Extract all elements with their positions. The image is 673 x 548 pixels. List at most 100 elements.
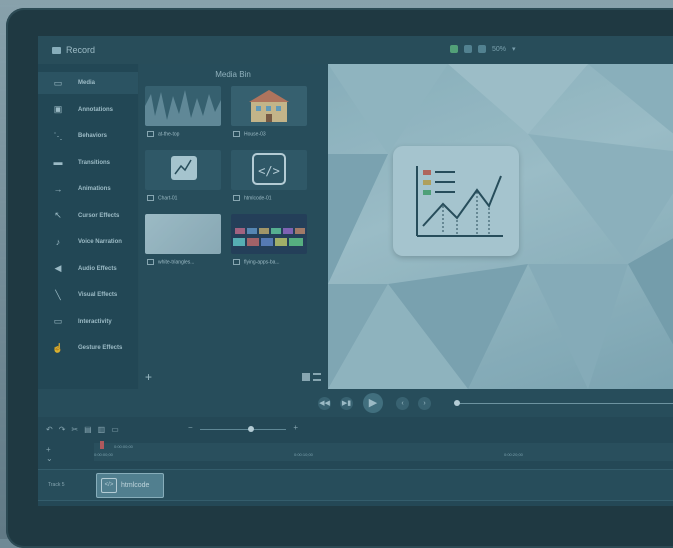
play-icon: ▶ — [368, 397, 378, 409]
playback-controls: ◀◀ ▶▮ ▶ ‹ › — [38, 389, 673, 417]
media-thumb-at-the-top[interactable] — [145, 86, 221, 126]
tool-label: Voice Narration — [78, 239, 122, 245]
next-button[interactable]: › — [418, 397, 431, 410]
annotations-icon: ▣ — [53, 104, 63, 114]
play-button[interactable]: ▶ — [363, 393, 383, 413]
ruler-tick: 0:00:00;00 — [94, 452, 113, 457]
tools-panel: ▭ Media ▣ Annotations ⋱ Behaviors ▬ Transitions… — [38, 64, 138, 389]
ruler-tick: 0:00:20;00 — [504, 452, 523, 457]
app-title: Record — [66, 45, 96, 55]
media-label: white-triangles... — [158, 259, 195, 266]
playhead[interactable] — [100, 441, 104, 449]
media-icon: ▭ — [53, 77, 63, 88]
previous-button[interactable]: ‹ — [396, 397, 409, 410]
tool-label: Animations — [78, 186, 111, 192]
tool-label: Media — [78, 80, 96, 86]
svg-text:</>: </> — [258, 164, 280, 178]
code-icon: </> — [101, 478, 117, 493]
pan-tool-icon[interactable] — [464, 45, 472, 53]
speaker-icon: ◀ — [54, 263, 62, 273]
media-thumb-chart[interactable] — [145, 150, 221, 190]
media-thumb-house[interactable] — [231, 86, 307, 126]
timeline-ruler[interactable]: 0:00:00;00 0:00:00;00 0:00:10;00 0:00:20… — [94, 443, 673, 461]
chart-graphic[interactable] — [393, 146, 519, 256]
step-back-icon: ▶▮ — [341, 400, 352, 407]
list-view-icon[interactable] — [313, 373, 321, 381]
scrub-handle[interactable] — [454, 400, 460, 406]
tool-item[interactable]: ☝ Gesture Effects — [38, 337, 138, 359]
cut-icon[interactable]: ✂ — [71, 425, 78, 434]
zoom-handle[interactable] — [248, 426, 254, 432]
tool-label: Gesture Effects — [78, 345, 123, 351]
media-thumb-white-triangles[interactable] — [145, 214, 221, 254]
preview-canvas[interactable] — [328, 64, 673, 389]
tool-item[interactable]: ◀ Audio Effects — [38, 258, 138, 280]
redo-icon[interactable]: ↷ — [59, 425, 66, 434]
scrub-bar[interactable] — [458, 403, 673, 404]
chevron-left-icon: ‹ — [401, 400, 404, 407]
zoom-out-icon[interactable]: − — [188, 423, 193, 432]
media-label: flying-apps-ba... — [244, 259, 280, 266]
zoom-in-icon[interactable]: + — [293, 423, 298, 432]
tool-item[interactable]: ▣ Annotations — [38, 99, 138, 121]
zoom-level[interactable]: 50% — [492, 46, 506, 53]
wand-icon: ╲ — [55, 289, 61, 300]
split-icon[interactable]: ▭ — [111, 425, 119, 434]
add-media-button[interactable]: + — [145, 370, 152, 384]
zoom-track[interactable] — [200, 429, 286, 430]
chart-icon — [171, 156, 197, 180]
tool-item[interactable]: ⋱ Behaviors — [38, 125, 138, 147]
previous-frame-button[interactable]: ◀◀ — [318, 397, 331, 410]
laptop-frame: Record 50% ▾ ▭ Media ▣ Annotations ⋱ Behavior… — [6, 8, 673, 548]
canvas-tools: 50% ▾ — [450, 45, 516, 53]
tool-item[interactable]: ▭ Media — [38, 72, 138, 94]
media-label: House-03 — [244, 131, 266, 138]
tool-item[interactable]: ↖ Cursor Effects — [38, 205, 138, 227]
paste-icon[interactable]: ▥ — [98, 425, 106, 434]
collapse-icon[interactable]: ⌄ — [46, 454, 53, 463]
tool-item[interactable]: ▭ Interactivity — [38, 311, 138, 333]
waveform-icon — [145, 90, 221, 126]
pointer-tool-icon[interactable] — [450, 45, 458, 53]
title-bar: Record 50% ▾ — [38, 36, 673, 64]
tool-label: Visual Effects — [78, 292, 118, 298]
step-back-button[interactable]: ▶▮ — [340, 397, 353, 410]
media-thumb-htmlcode[interactable]: </> — [231, 150, 307, 190]
view-toggle[interactable] — [302, 373, 321, 381]
tool-label: Annotations — [78, 106, 113, 113]
apps-grid-icon — [233, 228, 305, 246]
copy-icon[interactable]: ▤ — [84, 425, 92, 434]
cursor-icon: ↖ — [54, 210, 62, 220]
chevron-right-icon: › — [423, 400, 426, 407]
crop-tool-icon[interactable] — [478, 45, 486, 53]
behaviors-icon: ⋱ — [53, 130, 63, 141]
chevron-down-icon[interactable]: ▾ — [512, 45, 516, 53]
ruler-tick: 0:00:10;00 — [294, 452, 313, 457]
hand-icon: ☝ — [52, 342, 64, 353]
track-controls: + ⌄ — [46, 445, 53, 463]
tool-item[interactable]: ╲ Visual Effects — [38, 284, 138, 306]
media-bin-title: Media Bin — [215, 70, 251, 79]
undo-icon[interactable]: ↶ — [46, 425, 53, 434]
media-label: at-the-top — [158, 131, 180, 138]
code-icon: </> — [252, 153, 286, 185]
tool-item[interactable]: → Animations — [38, 178, 138, 200]
track-label: Track 5 — [48, 482, 65, 488]
tool-label: Cursor Effects — [78, 212, 120, 219]
add-track-icon[interactable]: + — [46, 445, 53, 454]
animations-icon: → — [53, 183, 63, 194]
tool-label: Behaviors — [78, 133, 108, 139]
media-thumb-flying-apps[interactable] — [231, 214, 307, 254]
timeline-zoom[interactable]: − + — [188, 423, 298, 433]
line-chart-icon — [416, 166, 503, 237]
media-label: htmlcode-01 — [244, 195, 272, 202]
tool-item[interactable]: ▬ Transitions — [38, 152, 138, 174]
grid-view-icon[interactable] — [302, 373, 310, 381]
timeline-clip[interactable]: </> htmlcode — [96, 473, 164, 498]
transitions-icon: ▬ — [53, 157, 63, 167]
tool-label: Audio Effects — [78, 265, 117, 272]
house-icon — [249, 90, 289, 122]
tool-label: Interactivity — [78, 318, 112, 325]
tool-item[interactable]: ♪ Voice Narration — [38, 231, 138, 253]
media-bin: Media Bin at-the-top House-03 Chart-01 <… — [139, 64, 327, 389]
